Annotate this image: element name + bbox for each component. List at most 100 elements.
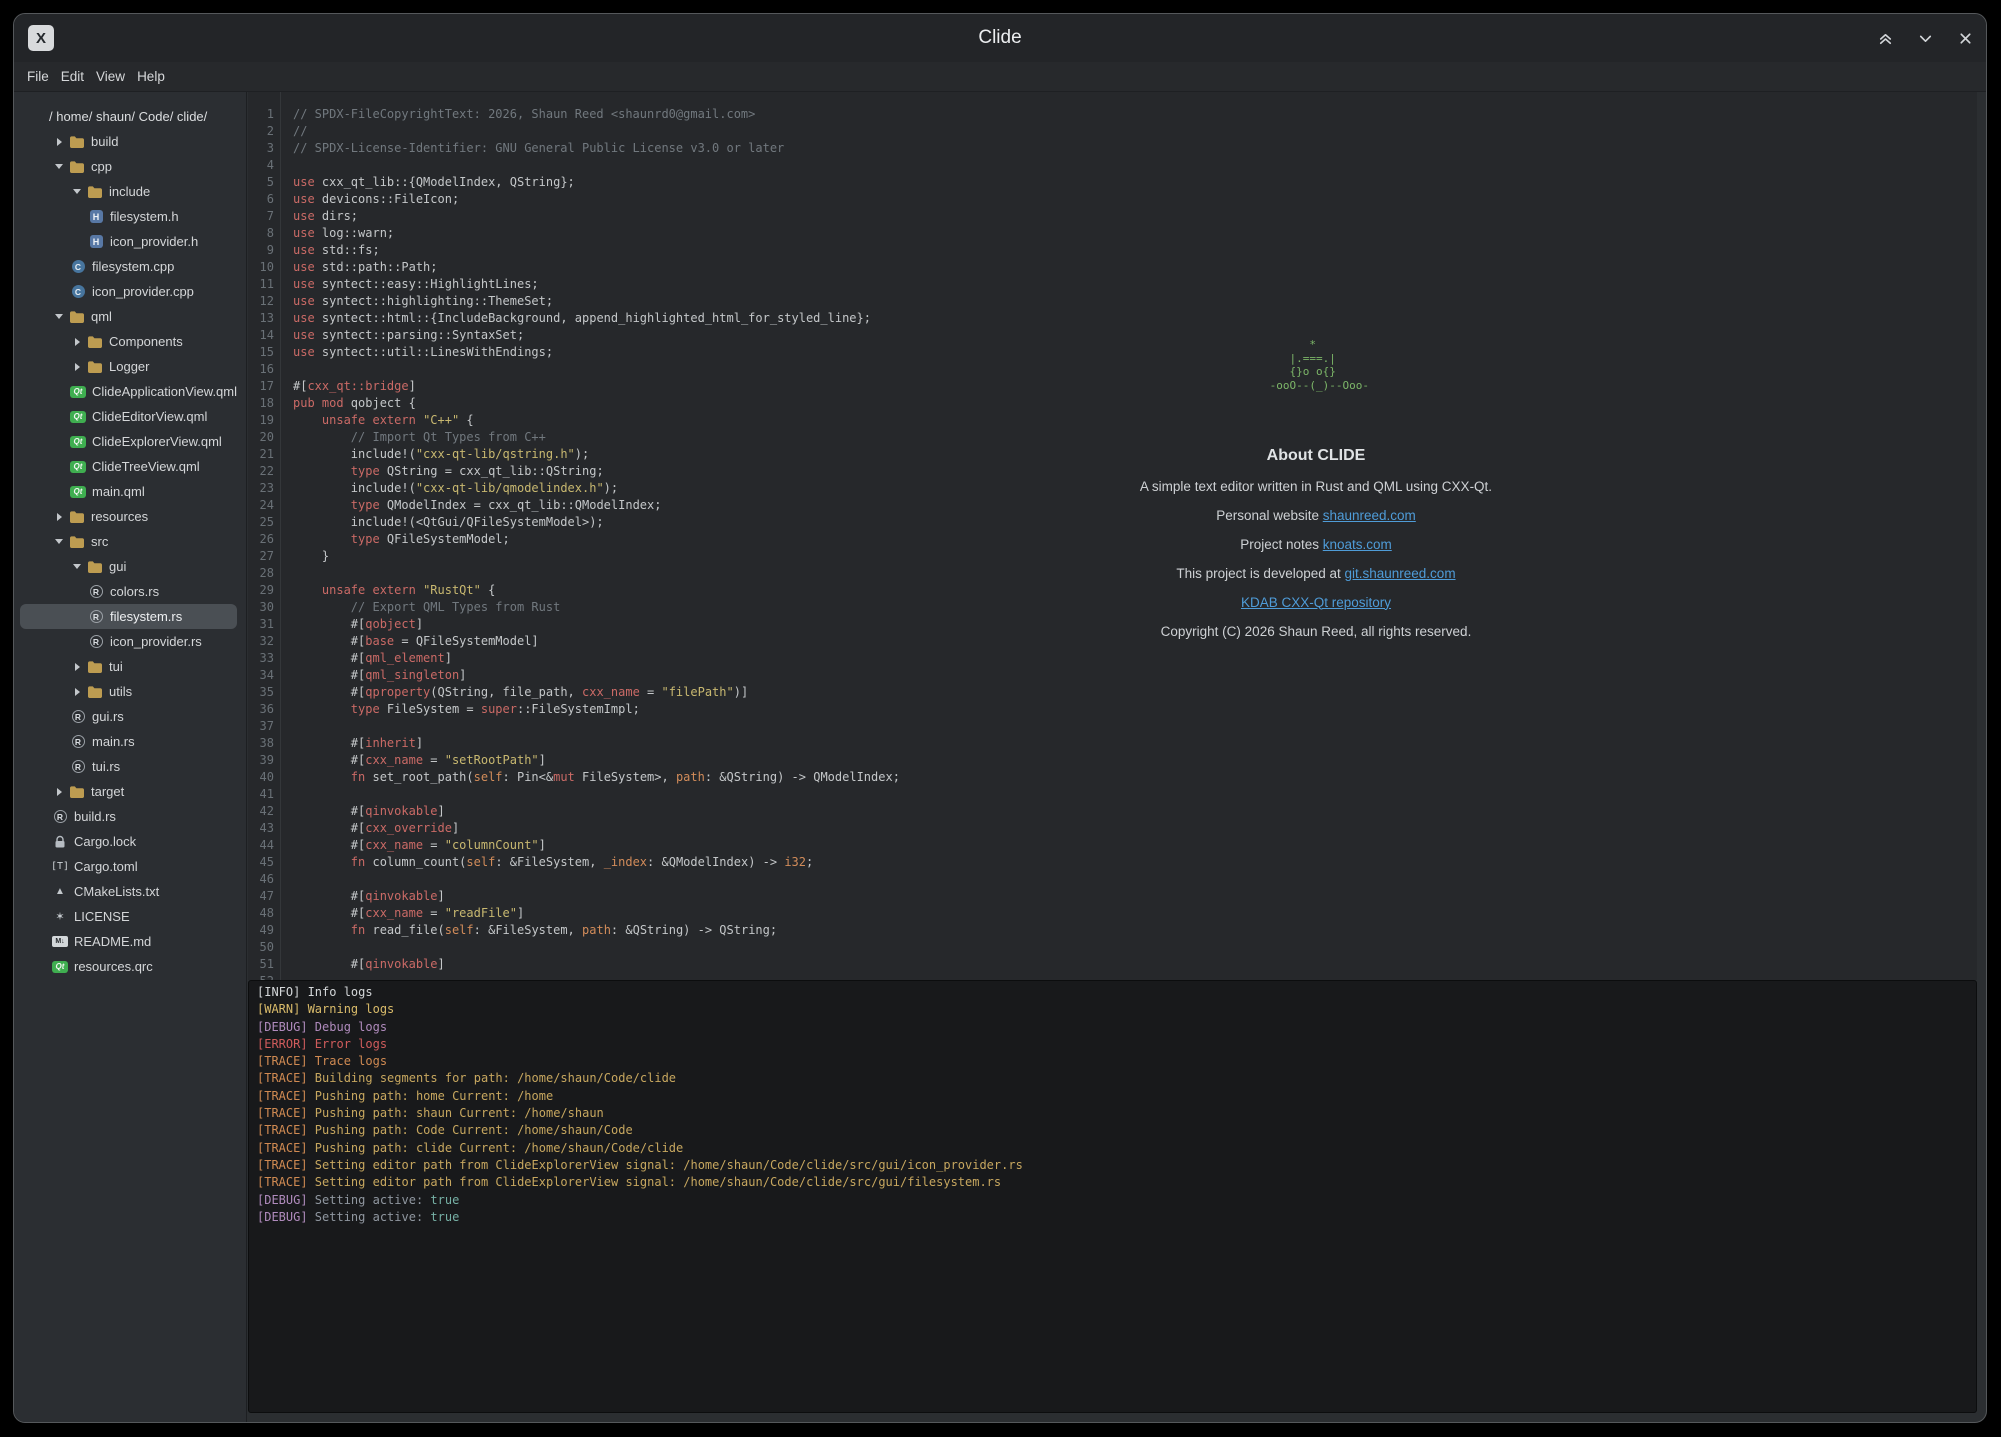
line-number: 21 bbox=[248, 446, 274, 463]
tree-item-main-rs[interactable]: Rmain.rs bbox=[20, 729, 237, 754]
tree-item-target[interactable]: target bbox=[20, 779, 237, 804]
about-line: Project notes knoats.com bbox=[946, 530, 1686, 559]
tree-root-path[interactable]: / home/ shaun/ Code/ clide/ bbox=[20, 104, 237, 129]
chevron-right-icon[interactable] bbox=[52, 510, 66, 524]
line-number: 22 bbox=[248, 463, 274, 480]
chevron-right-icon[interactable] bbox=[70, 360, 84, 374]
tree-item-resources-qrc[interactable]: Qtresources.qrc bbox=[20, 954, 237, 979]
log-line: [TRACE] Pushing path: shaun Current: /ho… bbox=[257, 1105, 1968, 1122]
tree-item-components[interactable]: Components bbox=[20, 329, 237, 354]
chevron-down-icon[interactable] bbox=[52, 310, 66, 324]
menu-file[interactable]: File bbox=[21, 65, 55, 89]
tree-item-license[interactable]: ✶LICENSE bbox=[20, 904, 237, 929]
tree-item-qml[interactable]: qml bbox=[20, 304, 237, 329]
line-number: 25 bbox=[248, 514, 274, 531]
tree-item-cargo-lock[interactable]: Cargo.lock bbox=[20, 829, 237, 854]
tree-item-clideexplorerview-qml[interactable]: QtClideExplorerView.qml bbox=[20, 429, 237, 454]
tree-item-src[interactable]: src bbox=[20, 529, 237, 554]
chevron-right-icon[interactable] bbox=[70, 335, 84, 349]
chevron-right-icon[interactable] bbox=[70, 660, 84, 674]
tree-item-label: tui.rs bbox=[92, 759, 120, 774]
chevron-down-icon[interactable] bbox=[70, 185, 84, 199]
tree-item-main-qml[interactable]: Qtmain.qml bbox=[20, 479, 237, 504]
tree-item-colors-rs[interactable]: Rcolors.rs bbox=[20, 579, 237, 604]
line-number: 40 bbox=[248, 769, 274, 786]
code-line: 9use std::fs; bbox=[248, 242, 1977, 259]
editor-pane[interactable]: 1// SPDX-FileCopyrightText: 2026, Shaun … bbox=[248, 92, 1977, 980]
clide-window: X Clide FileEditViewHelp / home/ shaun/ … bbox=[13, 13, 1987, 1423]
tree-item-resources[interactable]: resources bbox=[20, 504, 237, 529]
tree-item-cargo-toml[interactable]: [T]Cargo.toml bbox=[20, 854, 237, 879]
chevron-right-icon[interactable] bbox=[52, 785, 66, 799]
code-text: fn column_count(self: &FileSystem, _inde… bbox=[293, 854, 813, 871]
chevron-right-icon[interactable] bbox=[70, 685, 84, 699]
line-number: 45 bbox=[248, 854, 274, 871]
code-line: 2// bbox=[248, 123, 1977, 140]
log-output-panel[interactable]: [INFO] Info logs[WARN] Warning logs[DEBU… bbox=[248, 980, 1977, 1413]
tree-item-gui-rs[interactable]: Rgui.rs bbox=[20, 704, 237, 729]
about-body: A simple text editor written in Rust and… bbox=[946, 472, 1686, 646]
tree-item-label: build.rs bbox=[74, 809, 116, 824]
line-number: 30 bbox=[248, 599, 274, 616]
tree-item-filesystem-rs[interactable]: Rfilesystem.rs bbox=[20, 604, 237, 629]
tree-item-filesystem-h[interactable]: Hfilesystem.h bbox=[20, 204, 237, 229]
tree-item-icon-provider-cpp[interactable]: Cicon_provider.cpp bbox=[20, 279, 237, 304]
tree-root-label: / home/ shaun/ Code/ clide/ bbox=[49, 109, 207, 124]
minimize-button[interactable] bbox=[1916, 29, 1934, 47]
file-explorer-panel[interactable]: / home/ shaun/ Code/ clide/buildcppinclu… bbox=[14, 92, 247, 1422]
lock-file-icon bbox=[52, 834, 68, 850]
tree-item-gui[interactable]: gui bbox=[20, 554, 237, 579]
log-line: [TRACE] Trace logs bbox=[257, 1053, 1968, 1070]
line-number: 33 bbox=[248, 650, 274, 667]
code-line: 13use syntect::html::{IncludeBackground,… bbox=[248, 310, 1977, 327]
code-line: 34 #[qml_singleton] bbox=[248, 667, 1977, 684]
code-line: 50 bbox=[248, 939, 1977, 956]
tree-item-build[interactable]: build bbox=[20, 129, 237, 154]
tree-item-label: ClideTreeView.qml bbox=[92, 459, 200, 474]
menu-edit[interactable]: Edit bbox=[55, 65, 90, 89]
link-knoats-com[interactable]: knoats.com bbox=[1323, 537, 1392, 552]
tree-item-tui-rs[interactable]: Rtui.rs bbox=[20, 754, 237, 779]
code-line: 35 #[qproperty(QString, file_path, cxx_n… bbox=[248, 684, 1977, 701]
tree-item-icon-provider-h[interactable]: Hicon_provider.h bbox=[20, 229, 237, 254]
line-number: 47 bbox=[248, 888, 274, 905]
link-shaunreed-com[interactable]: shaunreed.com bbox=[1323, 508, 1416, 523]
chevron-right-icon[interactable] bbox=[52, 135, 66, 149]
chevron-down-icon[interactable] bbox=[52, 160, 66, 174]
tree-item-icon-provider-rs[interactable]: Ricon_provider.rs bbox=[20, 629, 237, 654]
code-line: 42 #[qinvokable] bbox=[248, 803, 1977, 820]
tree-item-clideeditorview-qml[interactable]: QtClideEditorView.qml bbox=[20, 404, 237, 429]
code-text: type QModelIndex = cxx_qt_lib::QModelInd… bbox=[293, 497, 661, 514]
chevron-down-icon[interactable] bbox=[70, 560, 84, 574]
tree-item-logger[interactable]: Logger bbox=[20, 354, 237, 379]
log-line: [DEBUG] Setting active: true bbox=[257, 1209, 1968, 1226]
tree-item-tui[interactable]: tui bbox=[20, 654, 237, 679]
tree-item-utils[interactable]: utils bbox=[20, 679, 237, 704]
tree-item-filesystem-cpp[interactable]: Cfilesystem.cpp bbox=[20, 254, 237, 279]
tree-item-build-rs[interactable]: Rbuild.rs bbox=[20, 804, 237, 829]
menu-help[interactable]: Help bbox=[131, 65, 171, 89]
tree-item-clidetreeview-qml[interactable]: QtClideTreeView.qml bbox=[20, 454, 237, 479]
close-button[interactable] bbox=[1956, 29, 1974, 47]
titlebar[interactable]: X Clide bbox=[14, 14, 1986, 62]
tree-item-cmakelists-txt[interactable]: ▲CMakeLists.txt bbox=[20, 879, 237, 904]
code-line: 33 #[qml_element] bbox=[248, 650, 1977, 667]
line-number: 41 bbox=[248, 786, 274, 803]
tree-item-label: Components bbox=[109, 334, 183, 349]
tree-item-cpp[interactable]: cpp bbox=[20, 154, 237, 179]
code-text: #[qinvokable] bbox=[293, 956, 445, 973]
tree-item-readme-md[interactable]: M↓README.md bbox=[20, 929, 237, 954]
line-number: 49 bbox=[248, 922, 274, 939]
chevron-down-icon[interactable] bbox=[52, 535, 66, 549]
tree-item-include[interactable]: include bbox=[20, 179, 237, 204]
line-number: 23 bbox=[248, 480, 274, 497]
tree-item-clideapplicationview-qml[interactable]: QtClideApplicationView.qml bbox=[20, 379, 237, 404]
shade-button[interactable] bbox=[1876, 29, 1894, 47]
link-kdab-cxx-qt-repository[interactable]: KDAB CXX-Qt repository bbox=[1241, 595, 1391, 610]
header-file-icon: H bbox=[88, 234, 104, 250]
cmake-file-icon: ▲ bbox=[52, 884, 68, 900]
line-number: 16 bbox=[248, 361, 274, 378]
tree-item-label: main.rs bbox=[92, 734, 135, 749]
link-git-shaunreed-com[interactable]: git.shaunreed.com bbox=[1345, 566, 1456, 581]
menu-view[interactable]: View bbox=[90, 65, 131, 89]
